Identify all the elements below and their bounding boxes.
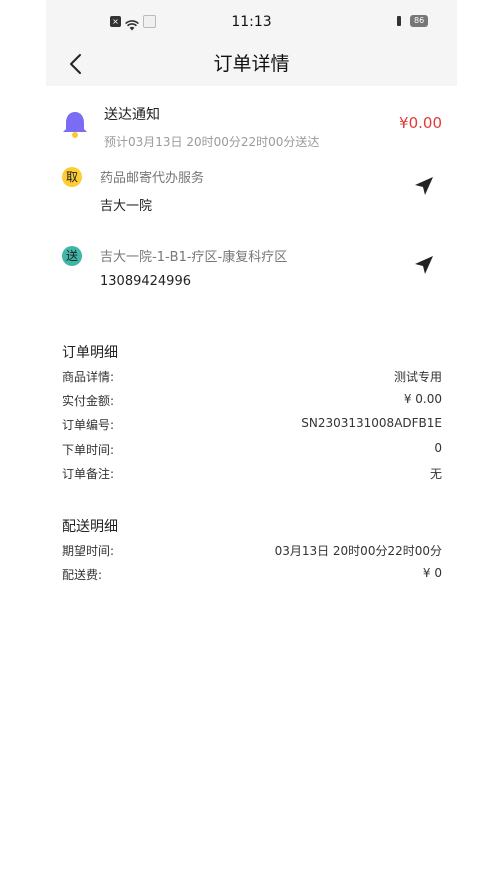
order-row-value: ¥ 0.00 (403, 392, 442, 406)
top-bar: × 11:13 86 订单详情 (46, 0, 457, 86)
order-row-value: 无 (429, 467, 442, 481)
delivery-row-expected-time: 期望时间: 03月13日 20时00分22时00分 (62, 542, 442, 562)
delivery-phone: 13089424996 (100, 274, 191, 289)
notice-amount: ¥0.00 (399, 114, 442, 132)
order-row-label: 实付金额: (62, 394, 115, 408)
pickup-service-label: 药品邮寄代办服务 (100, 171, 205, 186)
order-row-number: 订单编号: SN2303131008ADFB1E (62, 416, 442, 436)
order-row-label: 商品详情: (62, 370, 115, 384)
vibrate-icon (394, 15, 404, 27)
order-row-value: 测试专用 (393, 370, 442, 384)
delivery-address: 吉大一院-1-B1-疗区-康复科疗区 (100, 250, 288, 265)
delivery-row-value: 03月13日 20时00分22时00分 (274, 544, 442, 558)
pickup-place: 吉大一院 (100, 199, 153, 214)
status-right-icons: 86 (394, 15, 429, 27)
pickup-section: 取 药品邮寄代办服务 吉大一院 (46, 160, 457, 230)
order-row-label: 订单备注: (62, 467, 115, 481)
order-row-product: 商品详情: 测试专用 (62, 368, 442, 388)
notice-title: 送达通知 (104, 107, 160, 123)
app-screen: × 11:13 86 订单详情 送达通知 预计03月13日 20时00分22时0… (46, 0, 457, 874)
delivery-navigation-icon[interactable] (413, 254, 435, 276)
order-row-value: SN2303131008ADFB1E (301, 416, 442, 430)
delivery-notice: 送达通知 预计03月13日 20时00分22时00分送达 ¥0.00 (46, 100, 457, 156)
order-row-note: 订单备注: 无 (62, 465, 442, 485)
delivery-section: 送 吉大一院-1-B1-疗区-康复科疗区 13089424996 (46, 240, 457, 310)
order-detail-title: 订单明细 (62, 345, 118, 361)
pickup-badge: 取 (62, 167, 82, 187)
delivery-detail-title: 配送明细 (62, 519, 118, 535)
delivery-row-value: ¥ 0 (422, 566, 442, 580)
page-header: 订单详情 (46, 44, 457, 86)
pickup-navigation-icon[interactable] (413, 175, 435, 197)
order-row-label: 下单时间: (62, 443, 115, 457)
order-row-label: 订单编号: (62, 418, 115, 432)
delivery-row-label: 期望时间: (62, 544, 115, 558)
status-bar: × 11:13 86 (46, 0, 457, 44)
delivery-row-label: 配送费: (62, 568, 103, 582)
battery-icon: 86 (410, 15, 429, 27)
notice-eta: 预计03月13日 20时00分22时00分送达 (104, 135, 320, 149)
delivery-row-fee: 配送费: ¥ 0 (62, 566, 442, 586)
bell-icon (63, 112, 87, 138)
order-row-value: 0 (434, 441, 442, 455)
page-title: 订单详情 (213, 53, 290, 75)
order-row-time: 下单时间: 0 (62, 441, 442, 461)
delivery-badge: 送 (62, 246, 82, 266)
order-row-paid: 实付金额: ¥ 0.00 (62, 392, 442, 412)
